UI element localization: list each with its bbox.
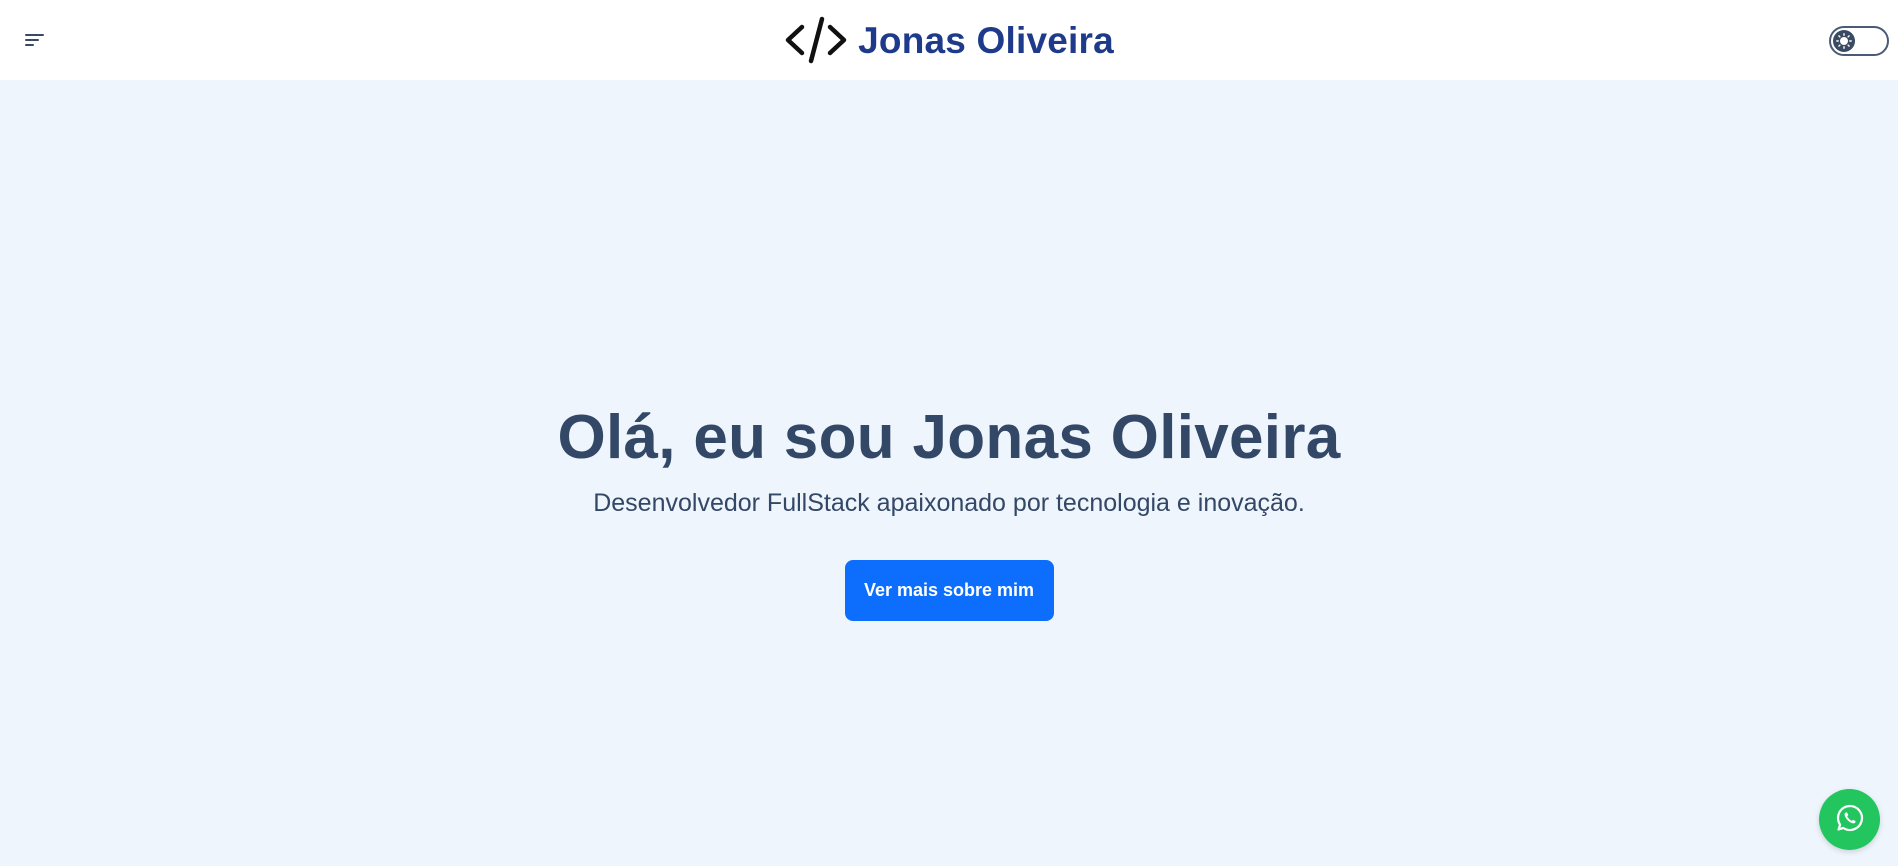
code-icon xyxy=(784,15,848,65)
sun-icon xyxy=(1833,30,1855,52)
menu-icon xyxy=(24,31,56,49)
hero-subtitle: Desenvolvedor FullStack apaixonado por t… xyxy=(593,489,1305,518)
see-more-button[interactable]: Ver mais sobre mim xyxy=(844,560,1054,622)
brand[interactable]: Jonas Oliveira xyxy=(784,0,1114,80)
whatsapp-button[interactable] xyxy=(1819,789,1880,850)
top-navbar: Jonas Oliveira xyxy=(0,0,1898,80)
menu-button[interactable] xyxy=(24,26,56,54)
brand-name: Jonas Oliveira xyxy=(858,19,1114,61)
whatsapp-icon xyxy=(1835,803,1865,836)
hero-section: Olá, eu sou Jonas Oliveira Desenvolvedor… xyxy=(0,80,1898,866)
theme-toggle[interactable] xyxy=(1829,26,1889,56)
hero-title: Olá, eu sou Jonas Oliveira xyxy=(557,403,1341,472)
